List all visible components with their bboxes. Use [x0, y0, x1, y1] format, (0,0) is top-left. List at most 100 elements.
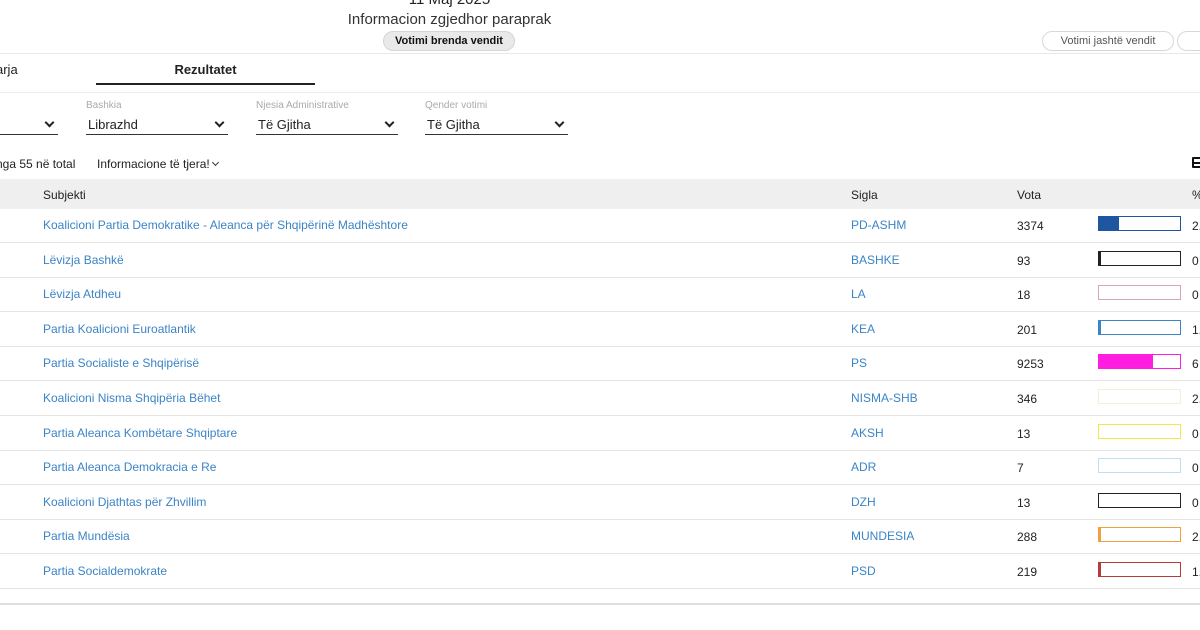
extra-pill-button[interactable] [1177, 31, 1200, 51]
party-name-link[interactable]: Partia Aleanca Kombëtare Shqiptare [43, 426, 237, 440]
vote-share-bar-fill [1099, 320, 1102, 334]
chevron-down-icon [44, 117, 55, 127]
party-name-link[interactable]: Partia Mundësia [43, 529, 130, 543]
table-row: Partia Mundësia MUNDESIA 288 2. [0, 520, 1200, 555]
table-row: Koalicioni Nisma Shqipëria Bëhet NISMA-SH… [0, 382, 1200, 416]
header-vota[interactable]: Vota [1017, 188, 1041, 202]
table-row: Lëvizja Bashkë BASHKE 93 0 [0, 244, 1200, 278]
filter-qender-value: Të Gjitha [427, 117, 480, 132]
filter-qender-label: Qender votimi [425, 100, 488, 111]
table-row: Koalicioni Djathtas për Zhvillim DZH 13 0 [0, 486, 1200, 520]
table-bottom-border [0, 603, 1200, 605]
vote-percent: 2. [1192, 392, 1200, 406]
table-row: Partia Socialiste e Shqipërisë PS 9253 6 [0, 347, 1200, 382]
vote-percent: 2. [1192, 530, 1200, 545]
party-name-link[interactable]: Partia Socialdemokrate [43, 564, 167, 578]
header-divider [0, 53, 1200, 54]
party-name-link[interactable]: Lëvizja Atdheu [43, 287, 121, 301]
vote-percent: 0 [1192, 253, 1199, 268]
party-sigla-link[interactable]: ADR [851, 460, 876, 474]
party-name-link[interactable]: Koalicioni Djathtas për Zhvillim [43, 495, 206, 509]
vote-share-bar [1098, 216, 1181, 231]
tab-previous[interactable]: arja [0, 62, 18, 77]
vote-share-bar [1098, 319, 1181, 335]
table-header: Subjekti Sigla Vota % [0, 179, 1200, 209]
filter-bashkia-select[interactable]: Librazhd [86, 115, 228, 135]
vote-count: 7 [1017, 461, 1024, 476]
party-sigla-link[interactable]: PSD [851, 564, 876, 578]
party-sigla-link[interactable]: PD-ASHM [851, 218, 906, 232]
party-name-link[interactable]: Partia Koalicioni Euroatlantik [43, 322, 196, 336]
results-count: nga 55 në total [0, 157, 76, 171]
vote-count: 13 [1017, 495, 1031, 510]
table-row: Partia Aleanca Kombëtare Shqiptare AKSH 13… [0, 417, 1200, 451]
party-name-link[interactable]: Koalicioni Nisma Shqipëria Bëhet [43, 391, 220, 405]
vote-share-bar [1098, 423, 1181, 439]
vote-share-bar-fill [1099, 217, 1120, 230]
party-sigla-link[interactable]: LA [851, 287, 866, 301]
table-row: Partia Aleanca Demokracia e Re ADR 7 0 [0, 451, 1200, 486]
vote-count: 288 [1017, 530, 1038, 545]
vote-percent: 0 [1192, 426, 1199, 441]
vote-share-bar [1098, 562, 1181, 577]
chevron-down-icon [214, 117, 225, 127]
vote-share-bar [1098, 458, 1181, 474]
filter-njesia-value: Të Gjitha [258, 117, 311, 132]
table-row: Partia Socialdemokrate PSD 219 1. [0, 555, 1200, 589]
vote-percent: 1. [1192, 565, 1200, 579]
party-name-link[interactable]: Koalicioni Partia Demokratike - Aleanca … [43, 218, 408, 232]
vote-count: 346 [1017, 392, 1038, 406]
vote-share-bar [1098, 492, 1181, 508]
vote-percent: 1. [1192, 322, 1200, 337]
vote-share-bar [1098, 250, 1181, 266]
vote-share-bar [1098, 527, 1181, 543]
party-sigla-link[interactable]: NISMA-SHB [851, 391, 918, 405]
chevron-down-icon [554, 117, 565, 127]
chevron-down-icon [211, 158, 219, 167]
domestic-voting-button[interactable]: Votimi brenda vendit [383, 31, 515, 51]
filter-qarku-label [0, 100, 58, 113]
party-sigla-link[interactable]: PS [851, 356, 867, 370]
party-name-link[interactable]: Lëvizja Bashkë [43, 253, 124, 267]
filter-qender-select[interactable]: Të Gjitha [425, 115, 568, 135]
vote-count: 219 [1017, 565, 1038, 579]
filter-njesia-label: Njesia Administrative [256, 100, 349, 111]
table-view-icon[interactable] [1192, 157, 1200, 168]
filter-qarku[interactable] [0, 100, 58, 135]
vote-share-bar [1098, 354, 1181, 370]
vote-count: 93 [1017, 253, 1031, 268]
filter-bashkia[interactable]: Bashkia Librazhd [86, 100, 228, 135]
vote-count: 3374 [1017, 219, 1044, 233]
header-pct[interactable]: % [1192, 188, 1200, 202]
party-name-link[interactable]: Partia Aleanca Demokracia e Re [43, 460, 216, 474]
abroad-voting-button[interactable]: Votimi jashtë vendit [1042, 31, 1174, 51]
more-info-toggle[interactable]: Informacione të tjera! [97, 157, 219, 171]
chevron-down-icon [384, 117, 395, 127]
table-row: Koalicioni Partia Demokratike - Aleanca … [0, 209, 1200, 243]
filter-bashkia-value: Librazhd [88, 117, 138, 132]
vote-count: 13 [1017, 426, 1031, 441]
party-sigla-link[interactable]: KEA [851, 322, 875, 336]
filter-qender[interactable]: Qender votimi Të Gjitha [425, 100, 568, 135]
filter-bashkia-label: Bashkia [86, 100, 122, 111]
active-tab-underline [96, 83, 315, 85]
vote-count: 18 [1017, 288, 1031, 303]
filter-qarku-select[interactable] [0, 115, 58, 135]
filter-njesia-select[interactable]: Të Gjitha [256, 115, 398, 135]
party-sigla-link[interactable]: AKSH [851, 426, 884, 440]
party-name-link[interactable]: Partia Socialiste e Shqipërisë [43, 356, 199, 370]
header-subjekti[interactable]: Subjekti [43, 188, 86, 202]
filter-njesia[interactable]: Njesia Administrative Të Gjitha [256, 100, 398, 135]
vote-share-bar [1098, 285, 1181, 301]
tab-results[interactable]: Rezultatet [96, 62, 315, 77]
table-row: Partia Koalicioni Euroatlantik KEA 201 1. [0, 313, 1200, 347]
more-info-label: Informacione të tjera! [97, 157, 210, 171]
party-sigla-link[interactable]: MUNDESIA [851, 529, 914, 543]
tabs-divider [0, 92, 1200, 93]
vote-percent: 0 [1192, 495, 1199, 510]
table-row: Lëvizja Atdheu LA 18 0 [0, 278, 1200, 313]
party-sigla-link[interactable]: DZH [851, 495, 876, 509]
vote-percent: 0 [1192, 461, 1199, 476]
header-sigla[interactable]: Sigla [851, 188, 878, 202]
party-sigla-link[interactable]: BASHKE [851, 253, 900, 267]
